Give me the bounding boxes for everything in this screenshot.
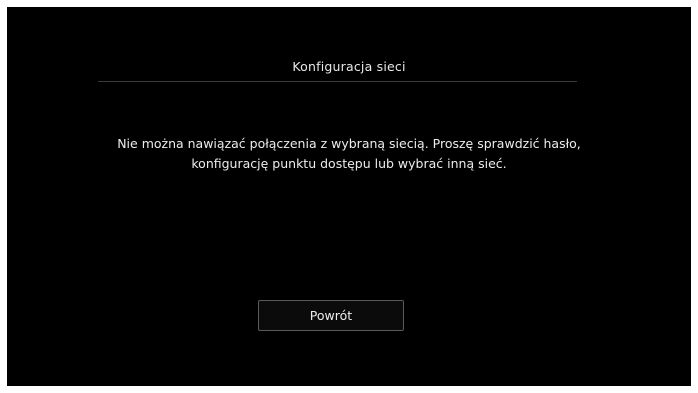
page-title: Konfiguracja sieci bbox=[292, 59, 406, 74]
network-config-screen: Konfiguracja sieci Nie można nawiązać po… bbox=[7, 7, 691, 386]
error-message-line-1: Nie można nawiązać połączenia z wybraną … bbox=[117, 136, 581, 151]
back-button[interactable]: Powrót bbox=[258, 300, 404, 331]
error-message: Nie można nawiązać połączenia z wybraną … bbox=[67, 134, 631, 174]
error-message-line-2: konfigurację punktu dostępu lub wybrać i… bbox=[191, 156, 507, 171]
title-divider bbox=[98, 81, 577, 82]
